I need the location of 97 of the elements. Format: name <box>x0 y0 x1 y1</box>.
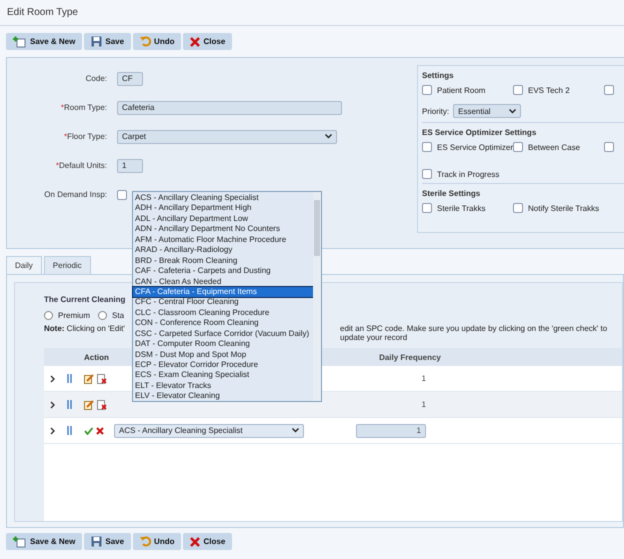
input-field[interactable]: Cafeteria <box>117 100 342 114</box>
new-document-icon <box>13 536 27 548</box>
frequency-input[interactable]: 1 <box>356 424 426 438</box>
section-title: Settings <box>422 71 455 80</box>
drag-handle-icon[interactable] <box>67 426 72 435</box>
drag-handle-icon[interactable] <box>67 400 72 409</box>
note-text: edit an SPC code. Make sure you update by clicking on the 'green check' to update your record <box>340 324 608 342</box>
checkbox[interactable] <box>422 85 432 95</box>
undo-icon <box>140 36 152 47</box>
undo-button[interactable]: Undo <box>133 33 182 50</box>
column-header: Action <box>84 352 109 362</box>
expand-chevron-icon[interactable] <box>50 426 56 434</box>
delete-icon[interactable] <box>97 374 107 384</box>
section-title: Sterile Settings <box>422 189 482 198</box>
dropdown-option[interactable]: CAF - Cafeteria - Carpets and Dusting <box>133 266 313 276</box>
radio-button[interactable] <box>44 311 53 320</box>
checkbox-label: ES Service Optimizer <box>437 142 514 152</box>
dropdown-option[interactable]: ELV - Elevator Cleaning <box>133 391 313 402</box>
close-icon <box>190 536 200 546</box>
dropdown-option[interactable]: ADN - Ancillary Department No Counters <box>133 224 313 235</box>
note-text: Note: Clicking on 'Edit' <box>44 324 125 333</box>
checkbox[interactable] <box>422 203 432 213</box>
field-label: *Default Units: <box>54 161 108 170</box>
tab[interactable]: Daily <box>6 256 42 274</box>
checkbox-label: Between Case <box>528 142 580 152</box>
close-icon <box>190 36 200 46</box>
input-field[interactable]: CF <box>117 72 143 86</box>
dropdown-option[interactable]: DSM - Dust Mop and Spot Mop <box>133 350 313 360</box>
check-icon[interactable] <box>84 426 93 434</box>
field-label: *Room Type: <box>60 103 108 112</box>
radio-button[interactable] <box>98 311 108 320</box>
checkbox-label: Patient Room <box>437 86 486 94</box>
dropdown-option[interactable]: ADH - Ancillary Department High <box>133 203 313 214</box>
priority-select[interactable]: Essential <box>453 104 522 118</box>
dropdown-option[interactable]: AFM - Automatic Floor Machine Procedure <box>133 234 313 246</box>
spc-code-select[interactable]: ACS - Ancillary Cleaning Specialist <box>114 424 304 438</box>
checkbox[interactable] <box>422 142 432 152</box>
checkbox[interactable] <box>117 190 127 200</box>
dropdown-option[interactable]: ACS - Ancillary Cleaning Specialist <box>133 193 313 204</box>
dropdown-option[interactable]: DAT - Computer Room Cleaning <box>133 339 313 350</box>
save-button[interactable]: Save <box>84 533 132 550</box>
field-label: Code: <box>84 74 108 83</box>
new-button[interactable]: Save & New <box>6 33 82 50</box>
chevron-down-icon <box>509 108 516 114</box>
field-label: *Floor Type: <box>63 132 108 141</box>
column-header: Daily Frequency <box>378 352 441 362</box>
radio-label: Sta <box>112 311 124 320</box>
new-document-icon <box>13 36 27 48</box>
checkbox[interactable] <box>513 85 523 95</box>
dropdown-option[interactable]: CLC - Classroom Cleaning Procedure <box>133 308 313 318</box>
priority-label: Priority: <box>422 106 450 116</box>
dropdown-option[interactable]: CAN - Clean As Needed <box>133 276 313 287</box>
edit-icon[interactable] <box>84 374 94 384</box>
dropdown-option[interactable]: BRD - Break Room Cleaning <box>133 256 313 266</box>
delete-icon[interactable] <box>97 400 107 410</box>
drag-handle-icon[interactable] <box>67 374 72 383</box>
dropdown-option[interactable]: ECS - Exam Cleaning Specialist <box>133 370 313 381</box>
chevron-down-icon <box>325 134 332 139</box>
dropdown-option[interactable]: CFC - Central Floor Cleaning <box>133 297 313 308</box>
checkbox-label: Track in Progress <box>437 170 500 178</box>
save-button[interactable]: Save <box>84 33 132 50</box>
input-field[interactable]: 1 <box>117 158 143 172</box>
undo-button[interactable]: Undo <box>133 533 182 550</box>
chevron-down-icon <box>292 428 299 433</box>
checkbox[interactable] <box>513 142 523 152</box>
table-cell: 1 <box>422 400 426 409</box>
dropdown-option[interactable]: CFA - Cafeteria - Equipment Items <box>133 286 313 298</box>
table-cell: 1 <box>422 374 426 383</box>
expand-chevron-icon[interactable] <box>50 374 56 382</box>
dropdown-option[interactable]: CON - Conference Room Cleaning <box>133 318 313 329</box>
close-button[interactable]: Close <box>183 533 232 550</box>
checkbox[interactable] <box>513 203 523 213</box>
checkbox-label: EVS Tech 2 <box>528 86 570 94</box>
undo-icon <box>140 536 152 547</box>
checkbox-label: Notify Sterile Trakks <box>528 204 600 212</box>
dropdown-option[interactable]: ADL - Ancillary Department Low <box>133 214 313 224</box>
checkbox[interactable] <box>604 85 614 95</box>
cancel-icon[interactable] <box>96 426 104 434</box>
dropdown-option[interactable]: CSC - Carpeted Surface Corridor (Vacuum Daily) <box>133 328 313 340</box>
expand-chevron-icon[interactable] <box>50 400 56 408</box>
edit-icon[interactable] <box>84 400 94 410</box>
scrollbar[interactable] <box>313 192 321 401</box>
dropdown-option[interactable]: ELT - Elevator Tracks <box>133 380 313 392</box>
dropdown-option[interactable]: ARAD - Ancillary-Radiology <box>133 245 313 256</box>
section-title: ES Service Optimizer Settings <box>422 128 538 137</box>
close-button[interactable]: Close <box>183 33 232 50</box>
field-label: On Demand Insp: <box>43 190 108 199</box>
window-title: Edit Room Type <box>0 0 624 26</box>
section-heading: The Current Cleaning <box>44 295 126 304</box>
radio-label: Premium <box>58 311 90 320</box>
new-button[interactable]: Save & New <box>6 533 82 550</box>
select-field[interactable]: Carpet <box>117 130 337 144</box>
checkbox[interactable] <box>422 169 432 179</box>
checkbox-label: Sterile Trakks <box>437 204 486 212</box>
tab[interactable]: Periodic <box>44 256 91 274</box>
dropdown-option[interactable]: ECP - Elevator Corridor Procedure <box>133 360 313 370</box>
checkbox[interactable] <box>604 142 614 152</box>
